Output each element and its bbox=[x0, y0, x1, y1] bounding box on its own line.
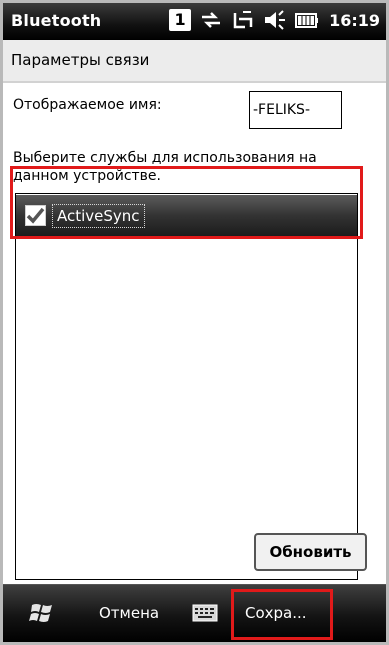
app-title: Bluetooth bbox=[11, 11, 102, 30]
page-title: Параметры связи bbox=[11, 51, 150, 69]
status-icons: 1 16:19 bbox=[169, 9, 380, 31]
services-prompt: Выберите службы для использования на дан… bbox=[13, 150, 317, 184]
cancel-softkey[interactable]: Отмена bbox=[99, 604, 159, 622]
speaker-icon bbox=[265, 10, 286, 30]
clock: 16:19 bbox=[329, 10, 380, 30]
checkmark-icon bbox=[26, 207, 45, 224]
refresh-button[interactable]: Обновить bbox=[254, 533, 367, 571]
save-softkey[interactable]: Сохра... bbox=[245, 604, 307, 622]
service-label: ActiveSync bbox=[52, 203, 145, 228]
keyboard-icon[interactable] bbox=[192, 603, 218, 623]
battery-icon bbox=[295, 13, 319, 28]
device-screen: Bluetooth 1 16:19 Параметры связи Отобра… bbox=[0, 0, 389, 645]
status-bar: Bluetooth 1 16:19 bbox=[3, 3, 386, 40]
settings-form: Отображаемое имя: -FELIKS- Выберите служ… bbox=[3, 83, 386, 585]
windows-start-icon[interactable] bbox=[29, 601, 55, 625]
display-name-field[interactable]: -FELIKS- bbox=[249, 91, 342, 129]
softkey-bar: Отмена Сохра... bbox=[3, 584, 386, 642]
services-list[interactable]: ActiveSync bbox=[15, 193, 358, 580]
service-row-activesync[interactable]: ActiveSync bbox=[16, 195, 357, 236]
activesync-checkbox[interactable] bbox=[25, 205, 46, 226]
no-signal-icon bbox=[233, 11, 253, 29]
page-header: Параметры связи bbox=[3, 40, 386, 83]
sync-arrows-icon bbox=[202, 12, 221, 28]
display-name-label: Отображаемое имя: bbox=[13, 97, 162, 113]
sim-card-icon: 1 bbox=[169, 9, 192, 31]
